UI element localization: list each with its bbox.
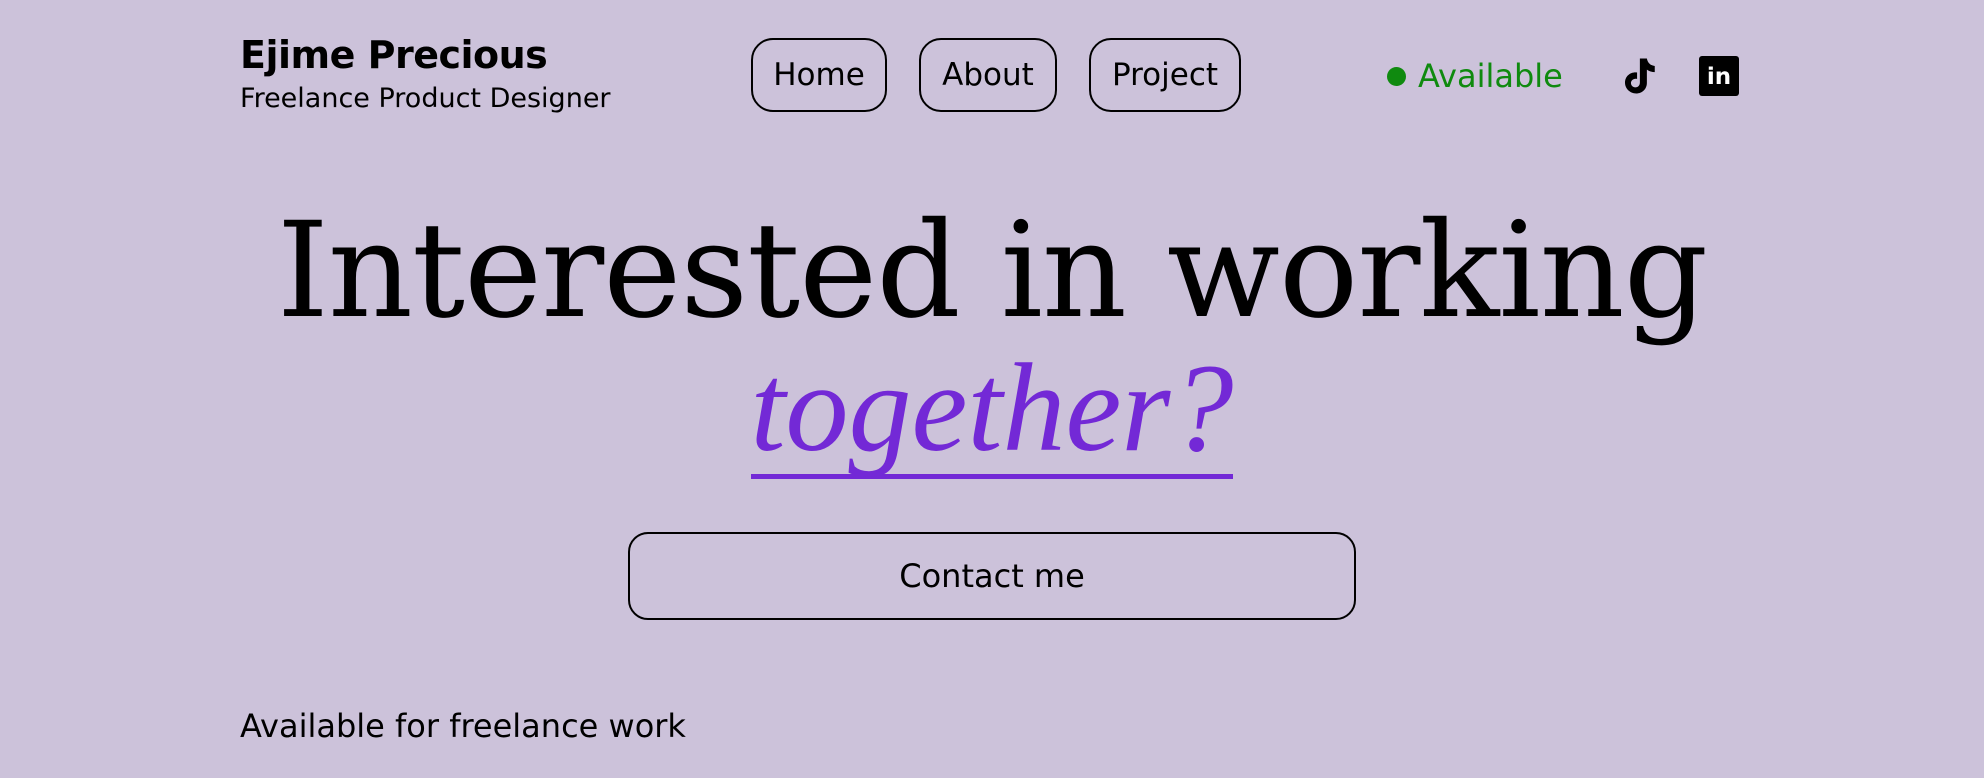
availability-status: Available	[1387, 56, 1563, 96]
hero-heading: Interested in working	[276, 194, 1708, 348]
nav-home[interactable]: Home	[751, 38, 887, 112]
status-label: Available	[1418, 57, 1563, 95]
linkedin-icon-text: in	[1707, 64, 1731, 90]
status-dot-icon	[1387, 66, 1406, 86]
brand-name: Ejime Precious	[240, 33, 548, 77]
brand: Ejime Precious Freelance Product Designe…	[240, 32, 611, 116]
tiktok-icon	[1625, 58, 1655, 94]
hero-accent-word: together?	[750, 339, 1234, 479]
linkedin-icon: in	[1699, 56, 1739, 96]
tiktok-link[interactable]	[1618, 55, 1660, 97]
nav-about[interactable]: About	[919, 38, 1057, 112]
hero: Interested in working together?	[0, 196, 1984, 479]
freelance-availability-note: Available for freelance work	[240, 707, 686, 745]
nav-project[interactable]: Project	[1089, 38, 1241, 112]
contact-button[interactable]: Contact me	[628, 532, 1356, 620]
main-nav: Home About Project	[751, 38, 1241, 112]
brand-subtitle: Freelance Product Designer	[240, 83, 611, 114]
linkedin-link[interactable]: in	[1698, 55, 1740, 97]
